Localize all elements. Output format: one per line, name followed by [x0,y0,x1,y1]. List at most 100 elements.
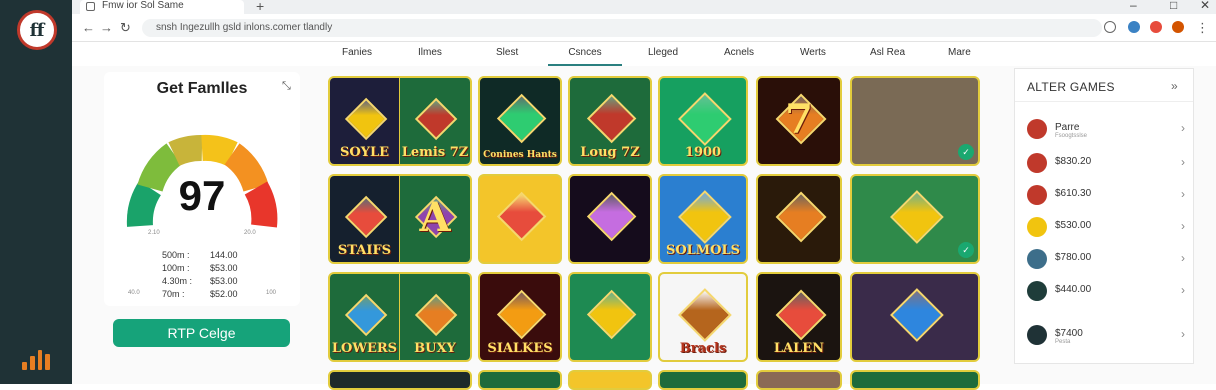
gem-icon [497,192,547,242]
other-game-item[interactable]: $830.20 › [1027,153,1187,177]
url-input[interactable]: snsh Ingezullh gsld inlons.comer tlandly [142,19,1102,37]
chevron-right-icon[interactable]: › [1181,155,1185,169]
other-game-item[interactable]: $440.00 › [1027,281,1187,305]
extension-icon[interactable] [1128,21,1140,33]
game-tile-half[interactable]: LOWERS [330,274,400,360]
stat-label: 500m : [162,250,190,260]
game-title: 7 [785,96,813,143]
game-tile[interactable] [478,370,562,390]
game-tile[interactable]: Conines Hants [478,76,562,166]
game-tile-half[interactable]: A [400,176,470,262]
game-tile[interactable] [568,370,652,390]
game-tile[interactable] [478,174,562,264]
game-title: LOWERS [331,341,398,356]
chevron-right-icon[interactable]: › [1181,251,1185,265]
game-tile-half[interactable]: BUXY [400,274,470,360]
nav-item-asl-rea[interactable]: Asl Rea [870,47,905,58]
gem-icon [678,288,732,342]
gem-icon [344,97,388,141]
game-title: BUXY [414,341,456,356]
stat-value: $52.00 [210,289,238,299]
new-tab-button[interactable]: + [256,0,264,14]
game-tile[interactable] [850,272,980,362]
other-game-item[interactable]: $530.00 › [1027,217,1187,241]
game-tile[interactable] [850,370,980,390]
game-tile[interactable] [756,370,842,390]
reload-icon[interactable]: ↻ [120,20,131,36]
nav-item-slest[interactable]: Slest [496,47,518,58]
game-tile-half[interactable]: STAIFS [330,176,400,262]
game-tile[interactable]: STAIFS A [328,174,472,264]
game-tile[interactable] [328,370,472,390]
game-thumb-icon [1027,119,1047,139]
expand-chevron-icon[interactable]: » [1171,79,1178,93]
expand-icon[interactable]: ⤡ [282,80,291,93]
game-tile[interactable]: 1900 [658,76,748,166]
game-tile[interactable]: LALEN [756,272,842,362]
profile-avatar-icon[interactable] [1172,21,1184,33]
game-title: SOYLE [339,145,390,160]
nav-item-csnces[interactable]: Csnces [548,47,622,66]
nav-item-fanies[interactable]: Fanies [342,47,372,58]
game-tile[interactable]: ✓ [850,174,980,264]
game-tile[interactable]: ✓ [850,76,980,166]
close-window-button[interactable]: ✕ [1200,0,1210,12]
game-tile[interactable] [568,272,652,362]
game-tile[interactable] [658,370,748,390]
chevron-right-icon[interactable]: › [1181,219,1185,233]
nav-item-ilmes[interactable]: Ilmes [418,47,442,58]
game-tile[interactable]: SIALKES [478,272,562,362]
forward-arrow-icon[interactable]: → [100,20,113,35]
gem-icon [344,293,388,337]
gauge-tick-bottom-right: 100 [266,290,277,296]
game-tile[interactable] [756,174,842,264]
game-title: Conines Hants [483,150,557,160]
chevron-right-icon[interactable]: › [1181,327,1185,341]
game-title: Lemis 7Z [401,145,469,160]
game-tile[interactable]: LOWERS BUXY [328,272,472,362]
extension-red-icon[interactable] [1150,21,1162,33]
chevron-right-icon[interactable]: › [1181,283,1185,297]
other-game-item[interactable]: Parre Fsoogtsslse › [1027,119,1187,143]
game-thumb-icon [1027,185,1047,205]
gauge-tick-right: 20.0 [244,230,256,236]
gem-icon [497,290,547,340]
minimize-button[interactable]: – [1130,0,1137,12]
nav-item-lleged[interactable]: Lleged [648,47,678,58]
game-tile-half[interactable]: SOYLE [330,78,400,164]
game-value: $610.30 [1055,188,1092,199]
game-title: Bracls [679,341,727,356]
game-tile-half[interactable]: Lemis 7Z [400,78,470,164]
nav-item-mare[interactable]: Mare [948,47,971,58]
info-icon[interactable] [1104,21,1116,33]
game-tile[interactable]: SOLMOLS [658,174,748,264]
other-game-item[interactable]: $7400 Pesta › [1027,325,1187,349]
game-tile[interactable]: Loug 7Z [568,76,652,166]
game-tile[interactable]: Bracls [658,272,748,362]
maximize-button[interactable]: □ [1170,0,1177,12]
browser-tab-bar: Fmw ior Sol Same + – □ ✕ [72,0,1216,14]
game-title: A [419,194,451,241]
other-game-item[interactable]: $780.00 › [1027,249,1187,273]
stat-label: 100m : [162,263,190,273]
kebab-menu-icon[interactable]: ⋮ [1196,20,1209,36]
game-value: $530.00 [1055,220,1092,231]
game-tile[interactable]: SOYLE Lemis 7Z [328,76,472,166]
game-tile[interactable]: 7 [756,76,842,166]
other-game-item[interactable]: $610.30 › [1027,185,1187,209]
browser-tab[interactable]: Fmw ior Sol Same [80,0,244,14]
address-bar-row: ← → ↻ snsh Ingezullh gsld inlons.comer t… [72,14,1216,42]
nav-item-werts[interactable]: Werts [800,47,826,58]
nav-item-acnels[interactable]: Acnels [724,47,754,58]
chevron-right-icon[interactable]: › [1181,121,1185,135]
stats-bars-icon[interactable] [22,346,50,370]
game-title: Loug 7Z [580,145,640,160]
chevron-right-icon[interactable]: › [1181,187,1185,201]
rtp-check-button[interactable]: RTP Celge [113,319,290,347]
game-thumb-icon [1027,325,1047,345]
back-arrow-icon[interactable]: ← [82,20,95,35]
gem-icon [344,195,388,239]
top-navigation: Fanies Ilmes Slest Csnces Lleged Acnels … [72,42,1216,66]
app-logo[interactable]: ff [17,10,57,50]
game-tile[interactable] [568,174,652,264]
